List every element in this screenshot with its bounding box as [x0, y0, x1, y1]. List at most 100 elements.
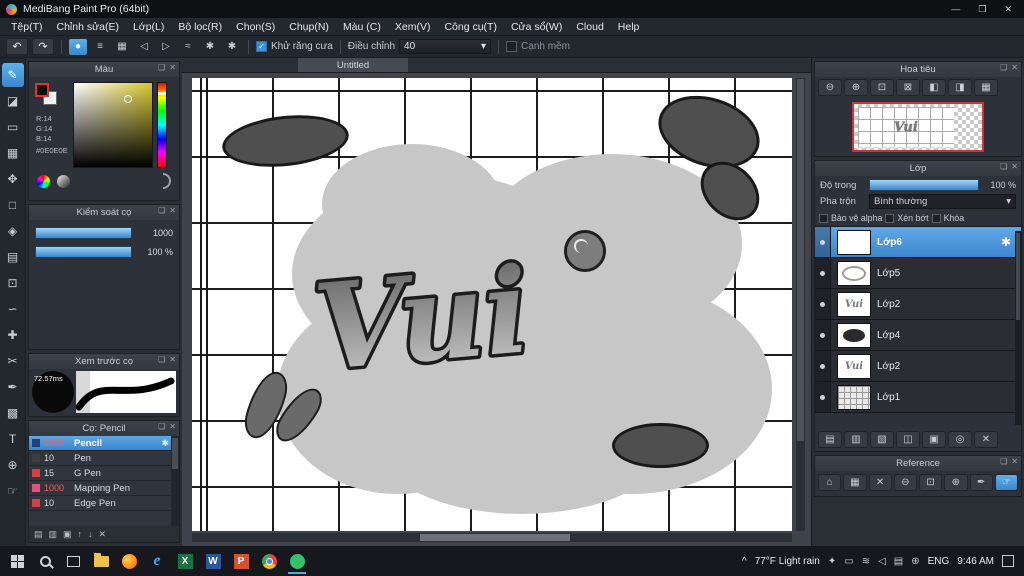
ref-checker-icon[interactable]: ▦ [843, 474, 867, 491]
network-icon[interactable]: ≋ [862, 556, 870, 567]
rotate-reset-icon[interactable]: ▦ [974, 79, 998, 96]
menu-edit[interactable]: Chỉnh sửa(E) [50, 21, 126, 33]
menu-cloud[interactable]: Cloud [569, 21, 610, 33]
brush-row-pen[interactable]: 10 Pen [29, 451, 179, 466]
close-icon[interactable]: ✕ [169, 206, 176, 215]
lock-checkbox[interactable] [931, 213, 941, 223]
blend-mode-dropdown[interactable]: Bình thường ▾ [869, 194, 1016, 209]
eyedropper-tool-icon[interactable]: ✒ [2, 375, 24, 399]
medibang-taskbar-button[interactable] [284, 548, 310, 574]
taskbar-search-button[interactable] [32, 548, 58, 574]
gradient-tool-icon[interactable]: ▤ [2, 245, 24, 269]
brush-row-edge-pen[interactable]: 10 Edge Pen [29, 496, 179, 511]
layer-visibility-toggle[interactable] [815, 227, 831, 257]
word-button[interactable]: W [200, 548, 226, 574]
ref-zoom-in-icon[interactable]: ⊕ [944, 474, 968, 491]
text-tool-icon[interactable]: T [2, 427, 24, 451]
brush-shape-icon[interactable]: ● [69, 38, 87, 55]
operation-tool-icon[interactable]: ✚ [2, 323, 24, 347]
menu-select[interactable]: Chọn(S) [229, 21, 282, 33]
weather-status[interactable]: 77°F Light rain [755, 556, 820, 567]
layer-row[interactable]: Lớp4 [815, 320, 1021, 351]
minimize-button[interactable]: — [951, 4, 960, 15]
excel-button[interactable]: X [172, 548, 198, 574]
start-button[interactable] [4, 548, 30, 574]
brush-up-icon[interactable]: ↑ [78, 529, 83, 539]
zoom-out-icon[interactable]: ⊖ [818, 79, 842, 96]
globe-icon[interactable]: ⊕ [911, 556, 919, 567]
layer-visibility-toggle[interactable] [815, 320, 831, 350]
brush-settings-gear-icon[interactable]: ✱ [161, 438, 169, 449]
task-view-button[interactable] [60, 548, 86, 574]
new-layer-icon[interactable]: ▤ [818, 430, 842, 448]
firefox-button[interactable] [116, 548, 142, 574]
ref-eyedropper-icon[interactable]: ✒ [969, 474, 993, 491]
brush-list-scrollbar[interactable] [171, 436, 179, 526]
ref-hand-icon[interactable]: ☞ [994, 474, 1018, 491]
drawing-canvas[interactable]: Vui [192, 78, 792, 531]
select-pen-tool-icon[interactable]: ⊡ [2, 271, 24, 295]
menu-color[interactable]: Màu (C) [336, 21, 388, 33]
ref-zoom-out-icon[interactable]: ⊖ [893, 474, 917, 491]
taper-end-icon[interactable]: ▷ [157, 39, 175, 55]
menu-capture[interactable]: Chụp(N) [282, 21, 336, 33]
file-explorer-button[interactable] [88, 548, 114, 574]
delete-layer-icon[interactable]: ✕ [974, 430, 998, 448]
brush-folder-icon[interactable]: ▣ [63, 529, 72, 540]
curve-icon[interactable]: ≈ [179, 39, 197, 55]
popout-icon[interactable]: ❏ [158, 63, 165, 72]
brush-size-slider[interactable] [35, 227, 132, 239]
zoom-100-icon[interactable]: ⊠ [896, 79, 920, 96]
merge-layer-icon[interactable]: ▧ [870, 430, 894, 448]
menu-help[interactable]: Help [611, 21, 647, 33]
language-indicator[interactable]: ENG [928, 556, 950, 567]
zoom-in-icon[interactable]: ⊕ [844, 79, 868, 96]
redo-button[interactable]: ↷ [32, 38, 54, 55]
layer-row[interactable]: Vui Lớp2 [815, 289, 1021, 320]
rectangle-tool-icon[interactable]: ▭ [2, 115, 24, 139]
grid-tool-icon[interactable]: ▩ [2, 401, 24, 425]
menu-filter[interactable]: Bộ lọc(R) [171, 21, 229, 33]
keyboard-icon[interactable]: ▤ [894, 556, 903, 567]
layer-visibility-toggle[interactable] [815, 382, 831, 412]
taper-start-icon[interactable]: ◁ [135, 39, 153, 55]
close-icon[interactable]: ✕ [169, 355, 176, 364]
brush-opacity-slider[interactable] [35, 246, 132, 258]
brush-row-pencil[interactable]: 1000 Pencil ✱ [29, 436, 179, 451]
close-button[interactable]: ✕ [1004, 4, 1012, 15]
popout-icon[interactable]: ❏ [1000, 63, 1007, 72]
marquee-tool-icon[interactable]: □ [2, 193, 24, 217]
hue-cursor[interactable] [158, 92, 166, 95]
flip-vertical-icon[interactable]: ◨ [948, 79, 972, 96]
menu-window[interactable]: Cửa sổ(W) [504, 21, 569, 33]
layer-opacity-slider[interactable] [869, 179, 979, 191]
layer-list-scrollbar[interactable] [1015, 231, 1021, 425]
layer-visibility-toggle[interactable] [815, 351, 831, 381]
popout-icon[interactable]: ❏ [158, 422, 165, 431]
menu-layer[interactable]: Lớp(L) [126, 21, 171, 33]
layer-visibility-toggle[interactable] [815, 258, 831, 288]
zoom-tool-icon[interactable]: ⊕ [2, 453, 24, 477]
navigator-view-rect[interactable]: Vui [852, 102, 984, 152]
protect-alpha-checkbox[interactable] [819, 213, 828, 223]
volume-icon[interactable]: ◁ [878, 556, 886, 567]
brush-row-mapping-pen[interactable]: 1000 Mapping Pen [29, 481, 179, 496]
gear-icon[interactable]: ✱ [223, 39, 241, 55]
sv-cursor[interactable] [124, 95, 132, 103]
tray-expand-caret[interactable]: ^ [742, 556, 747, 567]
ref-clear-icon[interactable]: ✕ [868, 474, 892, 491]
layer-visibility-toggle[interactable] [815, 289, 831, 319]
tone-grid-icon[interactable]: ▦ [113, 39, 131, 55]
undo-button[interactable]: ↶ [6, 38, 28, 55]
close-icon[interactable]: ✕ [1011, 162, 1018, 171]
chrome-button[interactable] [256, 548, 282, 574]
tone-tool-icon[interactable]: ▦ [2, 141, 24, 165]
foreground-color-swatch[interactable] [35, 83, 49, 97]
layer-row[interactable]: Lớp1 [815, 382, 1021, 413]
bucket-tool-icon[interactable]: ◈ [2, 219, 24, 243]
layer-settings-gear-icon[interactable]: ✱ [1001, 235, 1011, 249]
add-brush-icon[interactable]: ▤ [34, 529, 43, 540]
lasso-tool-icon[interactable]: ∽ [2, 297, 24, 321]
powerpoint-button[interactable]: P [228, 548, 254, 574]
delete-brush-icon[interactable]: ✕ [99, 529, 107, 540]
